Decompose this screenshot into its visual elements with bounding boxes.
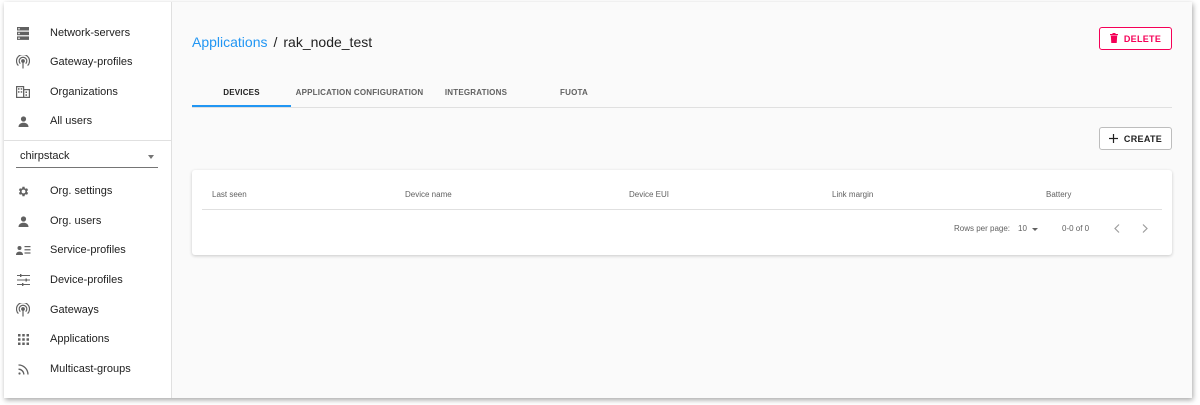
domain-icon [15,84,31,100]
delete-button[interactable]: DELETE [1099,27,1172,50]
tab-application-configuration[interactable]: APPLICATION CONFIGURATION [291,78,428,107]
sidebar: Network-servers Gateway-profiles Organiz… [4,2,172,398]
user-icon [15,213,31,229]
create-button[interactable]: CREATE [1099,127,1172,150]
tab-label: DEVICES [223,88,260,97]
sidebar-item-all-users[interactable]: All users [4,106,172,136]
organization-select-value: chirpstack [20,150,70,162]
tab-bar: DEVICES APPLICATION CONFIGURATION INTEGR… [192,78,1172,108]
table-pagination: Rows per page: 10 0-0 of 0 [192,222,1172,236]
tab-label: FUOTA [560,88,588,97]
sidebar-item-multicast-groups[interactable]: Multicast-groups [4,354,172,384]
sidebar-divider [4,140,172,141]
server-icon [15,25,31,41]
sidebar-item-label: Gateway-profiles [50,56,133,68]
active-tab-indicator [192,105,291,107]
previous-page-button[interactable] [1110,222,1124,236]
chevron-left-icon [1114,223,1120,235]
gear-icon [15,183,31,199]
sidebar-item-label: Service-profiles [50,244,126,256]
column-header-device-name[interactable]: Device name [405,190,452,199]
sidebar-item-applications[interactable]: Applications [4,324,172,354]
sidebar-item-label: Device-profiles [50,274,123,286]
tab-devices[interactable]: DEVICES [192,78,291,107]
rows-per-page-label: Rows per page: [954,224,1011,233]
table-header-row: Last seen Device name Device EUI Link ma… [202,170,1162,210]
caret-down-icon [148,155,154,159]
sidebar-item-label: Organizations [50,86,118,98]
sidebar-item-label: All users [50,115,93,127]
sidebar-item-label: Gateways [50,304,99,316]
apps-grid-icon [15,331,31,347]
radio-tower-icon [15,54,31,70]
sidebar-item-service-profiles[interactable]: Service-profiles [4,235,172,265]
breadcrumb-separator: / [273,34,278,50]
column-header-link-margin[interactable]: Link margin [832,190,873,199]
column-header-last-seen[interactable]: Last seen [212,190,247,199]
chevron-right-icon [1142,223,1148,235]
rows-per-page-select[interactable]: 10 [1018,222,1042,236]
account-details-icon [15,242,31,258]
pagination-range: 0-0 of 0 [1062,224,1090,233]
trash-icon [1109,30,1118,48]
tab-integrations[interactable]: INTEGRATIONS [428,78,524,107]
user-icon [15,113,31,129]
organization-select[interactable]: chirpstack [16,146,158,168]
plus-icon [1108,130,1118,148]
rss-icon [15,361,31,377]
sidebar-item-label: Network-servers [50,27,131,39]
devices-table-card: Last seen Device name Device EUI Link ma… [192,170,1172,255]
sidebar-item-device-profiles[interactable]: Device-profiles [4,265,172,295]
sidebar-item-label: Org. settings [50,185,113,197]
sidebar-item-org-users[interactable]: Org. users [4,206,172,236]
tab-label: INTEGRATIONS [444,88,508,97]
tab-fuota[interactable]: FUOTA [524,78,624,107]
sidebar-item-network-servers[interactable]: Network-servers [4,18,172,48]
create-button-label: CREATE [1123,133,1163,144]
radio-tower-icon [15,302,31,318]
sidebar-item-label: Org. users [50,215,102,227]
breadcrumb-applications-link[interactable]: Applications [192,34,268,50]
column-header-battery[interactable]: Battery [1046,190,1071,199]
app-window: Network-servers Gateway-profiles Organiz… [4,2,1192,398]
delete-button-label: DELETE [1123,33,1162,44]
sidebar-item-org-settings[interactable]: Org. settings [4,176,172,206]
sidebar-item-gateways[interactable]: Gateways [4,295,172,325]
tune-icon [15,272,31,288]
next-page-button[interactable] [1138,222,1152,236]
page-title: rak_node_test [283,34,373,50]
sidebar-item-label: Multicast-groups [50,363,131,375]
caret-down-icon [1032,228,1038,231]
breadcrumb: Applications / rak_node_test [192,34,372,50]
main-content: Applications / rak_node_test DELETE DEVI… [173,2,1192,398]
sidebar-item-organizations[interactable]: Organizations [4,77,172,107]
sidebar-item-gateway-profiles[interactable]: Gateway-profiles [4,47,172,77]
rows-per-page-value: 10 [1018,224,1027,233]
column-header-device-eui[interactable]: Device EUI [629,190,669,199]
sidebar-item-label: Applications [50,333,110,345]
tab-label: APPLICATION CONFIGURATION [295,88,424,97]
